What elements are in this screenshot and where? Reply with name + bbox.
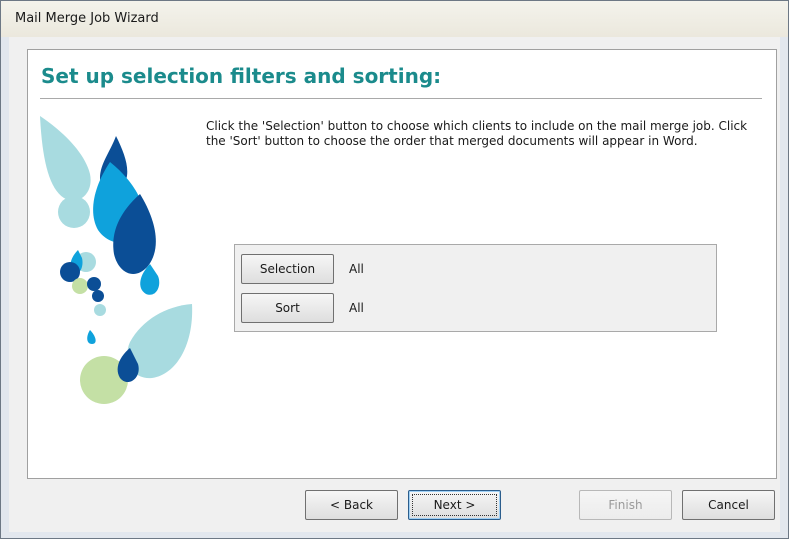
petal-light-teal-dot (94, 304, 106, 316)
wizard-body: Set up selection filters and sorting: Cl… (9, 37, 780, 532)
content-panel: Set up selection filters and sorting: Cl… (27, 49, 777, 479)
sort-value: All (349, 301, 364, 315)
next-button-label: Next > (433, 498, 476, 512)
petal-navy-small-3 (92, 290, 104, 302)
next-button[interactable]: Next > (408, 490, 501, 520)
finish-button-label: Finish (608, 498, 643, 512)
selection-value: All (349, 262, 364, 276)
petal-navy-small-2 (87, 277, 101, 291)
filter-group: Selection All Sort All (234, 244, 717, 332)
finish-button: Finish (579, 490, 672, 520)
decorative-petals-illustration (40, 116, 193, 404)
sort-button-label: Sort (275, 301, 300, 315)
selection-button[interactable]: Selection (241, 254, 334, 284)
wizard-window: Mail Merge Job Wizard Set up selection f… (0, 0, 789, 539)
sort-button[interactable]: Sort (241, 293, 334, 323)
cancel-button-label: Cancel (708, 498, 749, 512)
title-bar[interactable]: Mail Merge Job Wizard (1, 1, 788, 37)
selection-button-label: Selection (259, 262, 316, 276)
heading-divider (40, 98, 762, 99)
window-title: Mail Merge Job Wizard (15, 11, 159, 26)
petal-light-teal-top (40, 116, 91, 201)
petal-cyan-dot (87, 330, 96, 344)
back-button-label: < Back (329, 498, 373, 512)
petal-pale-green-small (72, 278, 88, 294)
instructions-text: Click the 'Selection' button to choose w… (206, 119, 748, 148)
cancel-button[interactable]: Cancel (682, 490, 775, 520)
back-button[interactable]: < Back (305, 490, 398, 520)
page-title: Set up selection filters and sorting: (41, 64, 442, 88)
petal-light-teal-small (58, 196, 90, 228)
